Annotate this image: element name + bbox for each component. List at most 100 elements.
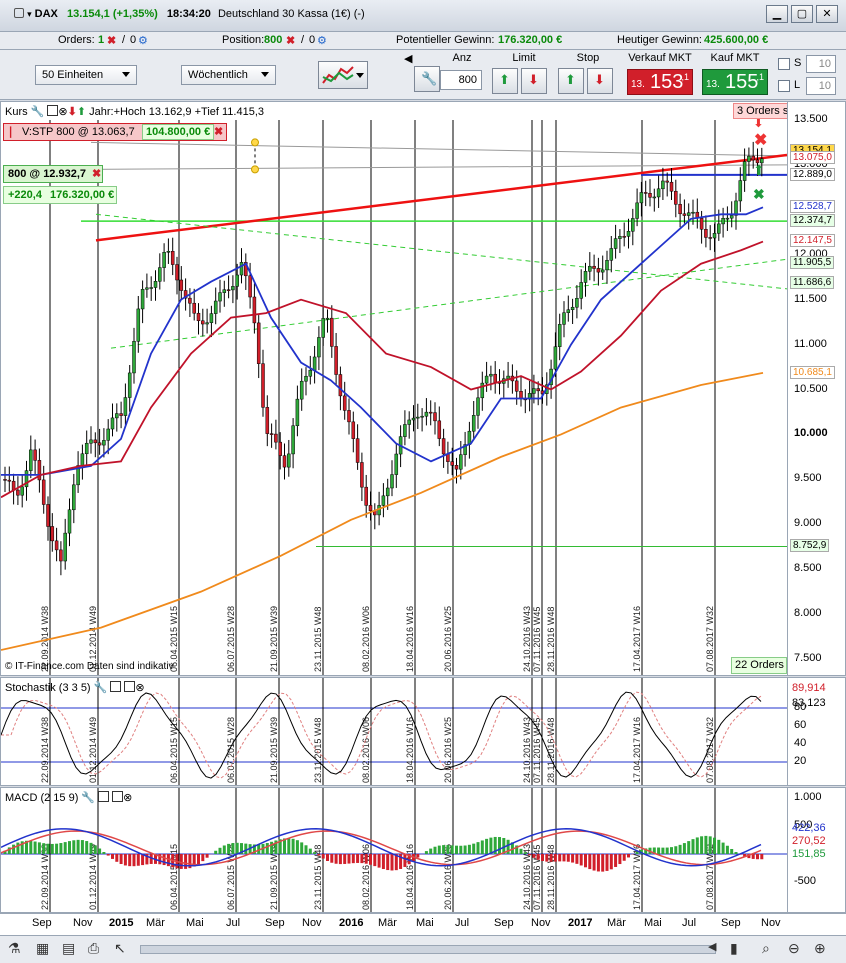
cancel-orders-icon[interactable]: ✖ <box>107 34 116 47</box>
date-label: 08.02.2016 W06 <box>361 606 371 672</box>
wrench-icon[interactable]: 🔧 <box>81 792 95 804</box>
collapse-arrow-icon[interactable]: ◀ <box>404 52 414 98</box>
macd-histogram-bar <box>291 838 295 854</box>
candle <box>334 346 338 375</box>
close-circle-icon[interactable]: ⊗ <box>123 792 132 804</box>
stochastic-pane[interactable]: 22.09.2014 W38 01.12.2014 W49 06.04.2015 W… <box>0 677 846 786</box>
date-label: 01.12.2014 W49 <box>88 717 98 783</box>
close-position-icon[interactable]: ✖ <box>92 167 101 180</box>
stop-order-text: V:STP 800 @ 13.063,7 <box>22 126 135 138</box>
price-tag: 10.685,1 <box>790 365 835 379</box>
quantity-input[interactable] <box>440 70 482 90</box>
macd-histogram-bar <box>377 854 381 868</box>
l-checkbox[interactable] <box>778 80 790 92</box>
grid-icon[interactable]: ▦ <box>36 940 49 957</box>
close-button[interactable]: ✕ <box>816 5 838 23</box>
window-icon[interactable] <box>47 105 59 116</box>
bar-width-icon[interactable]: ▮ <box>730 940 738 957</box>
cursor-icon[interactable]: ↖ <box>114 940 126 957</box>
l-input[interactable] <box>806 77 836 95</box>
wrench-icon[interactable]: 🔧 <box>414 66 440 92</box>
pin-icon[interactable] <box>14 8 24 18</box>
time-tick: Mai <box>416 917 434 929</box>
period-select[interactable]: Wöchentlich <box>181 65 276 85</box>
print-icon[interactable]: ⎙ <box>88 940 99 957</box>
minimize-button[interactable]: ▁ <box>766 5 788 23</box>
macd-histogram-bar <box>695 837 699 854</box>
time-tick: 2017 <box>568 917 593 929</box>
macd-histogram-bar <box>347 854 351 864</box>
price-chart-pane[interactable]: 22.09.2014 W38 01.12.2014 W49 06.04.2015 W… <box>0 101 846 676</box>
macd-pane[interactable]: 22.09.2014 W38 01.12.2014 W49 06.04.2015 W… <box>0 787 846 913</box>
s-checkbox[interactable] <box>778 58 790 70</box>
limit-buy-button[interactable]: ⬆ <box>492 68 518 94</box>
window-icon[interactable] <box>112 791 124 802</box>
candle <box>97 442 102 446</box>
candle <box>351 421 356 439</box>
macd-histogram-bar <box>317 854 321 856</box>
window-icon[interactable] <box>110 681 122 692</box>
stochastic-tick: 20 <box>794 755 807 767</box>
macd-chart[interactable]: 22.09.2014 W38 01.12.2014 W49 06.04.2015 W… <box>1 788 787 913</box>
close-circle-icon[interactable]: ⊗ <box>58 106 67 118</box>
macd-histogram-bar <box>627 854 630 858</box>
zoom-in-icon[interactable]: ⊕ <box>814 940 826 957</box>
limit-sell-button[interactable]: ⬇ <box>521 68 547 94</box>
candle <box>325 317 330 320</box>
candle <box>179 279 184 291</box>
candle <box>416 416 420 419</box>
orders-top-badge[interactable]: 3 Orders s <box>733 103 789 119</box>
candle <box>321 318 325 338</box>
date-label: 06.07.2015 W28 <box>226 717 236 783</box>
indicator-icon[interactable]: ⚗ <box>8 940 21 957</box>
candle <box>622 236 626 238</box>
stop-buy-button[interactable]: ⬆ <box>558 68 584 94</box>
s-input[interactable] <box>806 55 836 73</box>
position-settings-icon[interactable]: ⚙ <box>317 34 327 47</box>
maximize-button[interactable]: ▢ <box>791 5 813 23</box>
candle <box>119 413 123 416</box>
macd-histogram-bar <box>450 845 454 854</box>
candle <box>102 440 106 446</box>
scrollbar-track[interactable] <box>140 945 716 954</box>
range-text: Jahr:+Hoch 13.162,9 +Tief 11.415,3 <box>89 106 265 118</box>
window-icon[interactable] <box>124 681 136 692</box>
candle <box>557 324 562 347</box>
table-icon[interactable]: ▤ <box>62 940 75 957</box>
candle <box>89 439 93 444</box>
close-position-icon[interactable]: ✖ <box>286 34 295 47</box>
s-label: S <box>794 57 802 69</box>
candle <box>287 453 291 468</box>
window-icon[interactable] <box>98 791 110 802</box>
zoom-fit-icon[interactable]: ⌕ <box>762 940 770 957</box>
close-circle-icon[interactable]: ⊗ <box>135 682 144 694</box>
orders-bottom-badge[interactable]: 22 Orders <box>731 657 787 674</box>
candle <box>213 300 218 314</box>
candle <box>278 441 282 456</box>
stop-sell-button[interactable]: ⬇ <box>587 68 613 94</box>
stochastic-axis: 80 60 40 20 89,914 83,123 <box>787 678 845 785</box>
zoom-out-icon[interactable]: ⊖ <box>788 940 800 957</box>
price-chart[interactable]: 22.09.2014 W38 01.12.2014 W49 06.04.2015 W… <box>1 102 787 676</box>
units-select[interactable]: 50 Einheiten <box>35 65 137 85</box>
chart-type-button[interactable] <box>318 61 368 89</box>
macd-histogram-bar <box>63 842 67 854</box>
candle <box>282 455 287 468</box>
sell-market-button[interactable]: 13. 153,1 <box>627 69 693 95</box>
stop-order-tag[interactable]: ❘ V:STP 800 @ 13.063,7 104.800,00 € ✖ <box>3 123 227 141</box>
arrow-down-icon[interactable]: ⬇ <box>68 106 77 118</box>
cancel-order-icon[interactable]: ✖ <box>214 125 223 138</box>
scroll-left-icon[interactable]: ◀ <box>708 940 716 953</box>
settings-icon[interactable]: ⚙ <box>138 34 148 47</box>
buy-market-button[interactable]: 13. 155,1 <box>702 69 768 95</box>
date-label: 06.04.2015 W15 <box>169 717 179 783</box>
position-profit: 176.320,00 € <box>50 189 115 201</box>
position-tag[interactable]: 800 @ 12.932,7 ✖ <box>3 165 103 183</box>
stochastic-k-line <box>1 691 762 779</box>
arrow-up-icon[interactable]: ⬆ <box>77 106 86 118</box>
wrench-icon[interactable]: 🔧 <box>31 106 45 118</box>
stochastic-chart[interactable]: 22.09.2014 W38 01.12.2014 W49 06.04.2015 W… <box>1 678 787 786</box>
wrench-icon[interactable]: 🔧 <box>94 682 108 694</box>
symbol-dropdown-icon[interactable]: ▾ <box>27 9 32 19</box>
macd-histogram-bar <box>661 847 665 854</box>
